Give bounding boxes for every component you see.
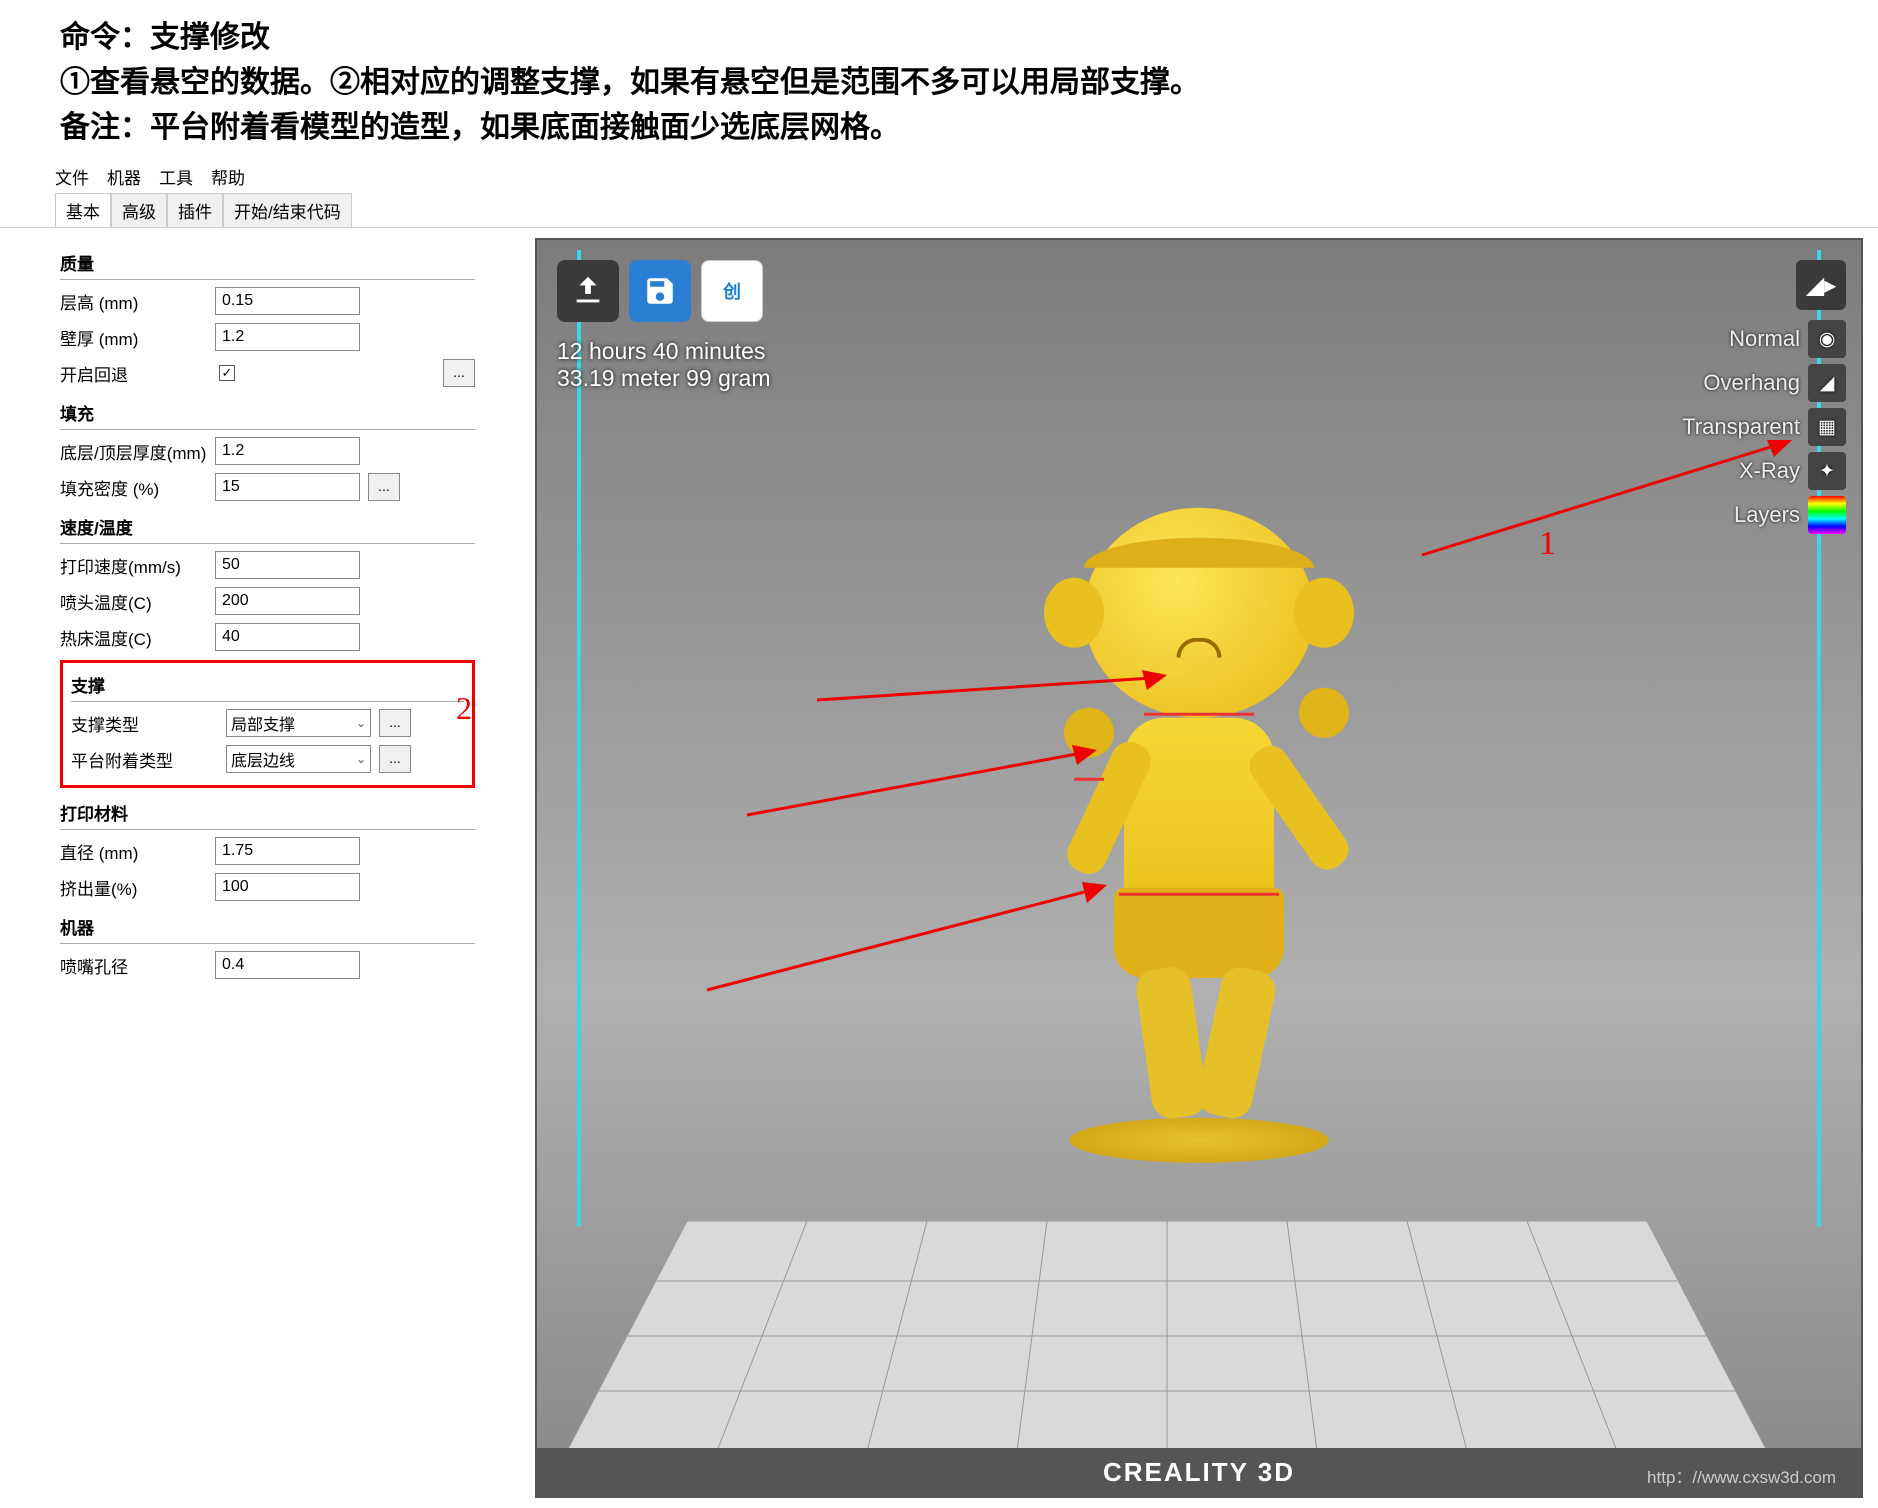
input-nozzletemp[interactable] <box>215 587 360 615</box>
brand-icon[interactable]: 创 <box>701 260 763 322</box>
xray-icon: ✦ <box>1808 452 1846 490</box>
input-diameter[interactable] <box>215 837 360 865</box>
watermark: http：//www.cxsw3d.com <box>1647 1463 1836 1488</box>
input-nozzle[interactable] <box>215 951 360 979</box>
annotation-arrow-1 <box>1422 435 1802 565</box>
input-bedtemp[interactable] <box>215 623 360 651</box>
view-mode-toggle-icon[interactable]: ◢▸ <box>1796 260 1846 310</box>
input-wall[interactable] <box>215 323 360 351</box>
input-density[interactable] <box>215 473 360 501</box>
tab-plugins[interactable]: 插件 <box>167 193 223 227</box>
tabbar: 基本 高级 插件 开始/结束代码 <box>0 193 1878 228</box>
label-supporttype: 支撑类型 <box>71 711 226 736</box>
tab-basic[interactable]: 基本 <box>55 193 111 227</box>
save-icon[interactable] <box>629 260 691 322</box>
btn-platform-more[interactable]: ... <box>379 745 411 773</box>
section-fill: 填充 <box>60 396 475 430</box>
print-time: 12 hours 40 minutes <box>557 338 771 365</box>
select-platform[interactable]: 底层边线⌄ <box>226 745 371 773</box>
select-supporttype[interactable]: 局部支撑⌄ <box>226 709 371 737</box>
support-highlight: 支撑 支撑类型 局部支撑⌄ ... 平台附着类型 底层边线⌄ ... <box>60 660 475 788</box>
btn-retract-more[interactable]: ... <box>443 359 475 387</box>
label-layer-height: 层高 (mm) <box>60 289 215 314</box>
print-info: 12 hours 40 minutes 33.19 meter 99 gram <box>557 338 771 392</box>
annotation-arrow-3 <box>747 745 1107 825</box>
tab-advanced[interactable]: 高级 <box>111 193 167 227</box>
label-retract: 开启回退 <box>60 361 215 386</box>
menu-file[interactable]: 文件 <box>55 164 89 189</box>
chevron-down-icon: ⌄ <box>356 752 366 766</box>
header-line3: 备注：平台附着看模型的造型，如果底面接触面少选底层网格。 <box>60 105 1818 150</box>
viewport-3d[interactable]: 创 12 hours 40 minutes 33.19 meter 99 gra… <box>535 238 1863 1498</box>
input-topbottom[interactable] <box>215 437 360 465</box>
footer-brand: CREALITY 3D <box>1103 1457 1295 1488</box>
label-density: 填充密度 (%) <box>60 475 215 500</box>
menubar: 文件 机器 工具 帮助 <box>0 160 1878 193</box>
menu-tools[interactable]: 工具 <box>159 164 193 189</box>
input-layer-height[interactable] <box>215 287 360 315</box>
print-stats: 33.19 meter 99 gram <box>557 365 771 392</box>
transparent-icon: ▦ <box>1808 408 1846 446</box>
label-nozzletemp: 喷头温度(C) <box>60 589 215 614</box>
input-printspeed[interactable] <box>215 551 360 579</box>
header-line2: ①查看悬空的数据。②相对应的调整支撑，如果有悬空但是范围不多可以用局部支撑。 <box>60 60 1818 105</box>
label-printspeed: 打印速度(mm/s) <box>60 553 215 578</box>
input-flow[interactable] <box>215 873 360 901</box>
annotation-arrow-4 <box>707 880 1117 1000</box>
chevron-down-icon: ⌄ <box>356 716 366 730</box>
load-model-icon[interactable] <box>557 260 619 322</box>
model-preview[interactable] <box>1069 508 1329 1163</box>
label-topbottom: 底层/顶层厚度(mm) <box>60 439 215 464</box>
overhang-icon: ◢ <box>1808 364 1846 402</box>
btn-density-more[interactable]: ... <box>368 473 400 501</box>
label-diameter: 直径 (mm) <box>60 839 215 864</box>
label-flow: 挤出量(%) <box>60 875 215 900</box>
label-wall: 壁厚 (mm) <box>60 325 215 350</box>
section-material: 打印材料 <box>60 796 475 830</box>
checkbox-retract[interactable]: ✓ <box>219 365 235 381</box>
menu-help[interactable]: 帮助 <box>211 164 245 189</box>
label-nozzle: 喷嘴孔径 <box>60 953 215 978</box>
build-edge-left <box>577 250 581 1226</box>
label-bedtemp: 热床温度(C) <box>60 625 215 650</box>
annotation-arrow-2 <box>817 670 1177 710</box>
menu-machine[interactable]: 机器 <box>107 164 141 189</box>
view-overhang[interactable]: Overhang◢ <box>1703 364 1846 402</box>
section-speed: 速度/温度 <box>60 510 475 544</box>
tab-gcode[interactable]: 开始/结束代码 <box>223 193 352 227</box>
toolbar-top: 创 <box>557 260 763 322</box>
section-quality: 质量 <box>60 246 475 280</box>
settings-sidebar: 质量 层高 (mm) 壁厚 (mm) 开启回退 ✓ ... 填充 底层/顶层厚度… <box>0 228 530 1508</box>
section-support: 支撑 <box>71 668 464 702</box>
btn-supporttype-more[interactable]: ... <box>379 709 411 737</box>
marker-2: 2 <box>456 690 472 727</box>
marker-1: 1 <box>1539 525 1556 563</box>
section-machine: 机器 <box>60 910 475 944</box>
layers-icon <box>1808 496 1846 534</box>
normal-icon: ◉ <box>1808 320 1846 358</box>
view-normal[interactable]: Normal◉ <box>1729 320 1846 358</box>
label-platform: 平台附着类型 <box>71 747 226 772</box>
header-line1: 命令：支撑修改 <box>60 15 1818 60</box>
